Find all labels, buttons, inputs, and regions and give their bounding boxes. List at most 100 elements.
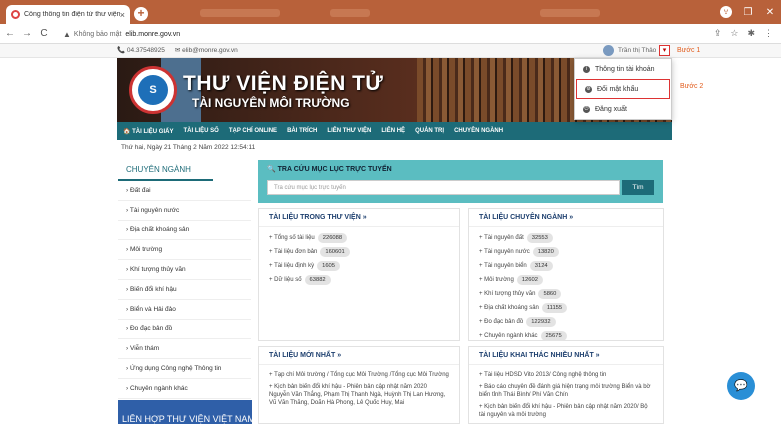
tab-close-icon[interactable]: × — [120, 10, 125, 20]
avatar — [603, 45, 614, 56]
sidebar-item[interactable]: › Biến đổi khí hậu — [118, 280, 251, 300]
list-item[interactable]: + Khí tượng thủy văn 5860 — [469, 287, 663, 301]
url-field[interactable]: ▲ Không bảo mật elib.monre.gov.vn — [63, 27, 683, 41]
window-controls: – ❐ ✕ — [715, 0, 781, 24]
menu-item[interactable]: 🏠 TÀI LIỆU GIẤY — [123, 128, 173, 135]
close-window-button[interactable]: ✕ — [759, 7, 781, 18]
new-docs-title[interactable]: TÀI LIỆU MỚI NHẤT » — [259, 347, 459, 365]
menu-item[interactable]: QUẢN TRỊ — [415, 128, 444, 134]
blurred-tab — [540, 9, 600, 17]
list-item[interactable]: + Báo cáo chuyên đề đánh giá hiện trạng … — [469, 381, 663, 401]
menu-item[interactable]: LIÊN HỆ — [381, 128, 405, 134]
menu-icon[interactable]: ⋮ — [764, 28, 773, 39]
list-item[interactable]: + Kịch bản biến đổi khí hậu - Phiên bản … — [259, 381, 459, 409]
menu-item[interactable]: LIÊN THƯ VIỆN — [327, 128, 371, 134]
list-item[interactable]: + Chuyên ngành khác 25675 — [469, 329, 663, 343]
list-item[interactable]: + Tài liệu định kỳ 1605 — [259, 259, 459, 273]
list-item[interactable]: + Tài nguyên biển 3124 — [469, 259, 663, 273]
tab-title: Cổng thông tin điện tử thư viện — [24, 11, 120, 18]
power-icon: ⏻ — [583, 105, 590, 113]
menu-item[interactable]: TÀI LIỆU SỐ — [183, 128, 218, 134]
current-date: Thứ hai, Ngày 21 Tháng 2 Năm 2022 12:54:… — [121, 144, 256, 151]
logout-item[interactable]: ⏻ Đăng xuất — [575, 99, 671, 119]
menu-item[interactable]: BÀI TRÍCH — [287, 128, 317, 134]
list-item[interactable]: + Đo đạc bản đồ 122932 — [469, 315, 663, 329]
list-item[interactable]: + Tài nguyên nước 13820 — [469, 245, 663, 259]
specialized-docs-box: TÀI LIỆU CHUYÊN NGÀNH » + Tài nguyên đất… — [468, 208, 664, 341]
change-password-label: Đổi mật khẩu — [597, 85, 639, 93]
sidebar-item[interactable]: › Khí tượng thủy văn — [118, 260, 251, 280]
list-item[interactable]: + Tổng số tài liệu 226088 — [259, 231, 459, 245]
minimize-button[interactable]: – — [715, 7, 737, 18]
specialized-docs-title[interactable]: TÀI LIỆU CHUYÊN NGÀNH » — [469, 209, 663, 227]
catalog-search: 🔍 TRA CỨU MỤC LỤC TRỰC TUYẾN Tra cứu mục… — [258, 160, 663, 203]
url-text: elib.monre.gov.vn — [125, 30, 181, 38]
library-docs-title[interactable]: TÀI LIỆU TRONG THƯ VIỆN » — [259, 209, 459, 227]
reload-button[interactable]: C — [37, 28, 51, 39]
account-info-label: Thông tin tài khoản — [595, 65, 655, 73]
new-tab-button[interactable]: + — [134, 7, 148, 21]
security-label: Không bảo mật — [73, 30, 122, 38]
change-password-item[interactable]: ⚙ Đổi mật khẩu — [576, 79, 670, 99]
list-item[interactable]: + Tài liệu HDSD Vito 2013/ Công nghệ thô… — [469, 369, 663, 381]
sidebar-item[interactable]: › Tài nguyên nước — [118, 201, 251, 221]
list-item[interactable]: + Tạp chí Môi trường / Tổng cục Môi Trườ… — [259, 369, 459, 381]
step1-label: Bước 1 — [677, 47, 701, 54]
gear-icon: ⚙ — [585, 85, 592, 93]
maximize-button[interactable]: ❐ — [737, 7, 759, 18]
account-info-item[interactable]: i Thông tin tài khoản — [575, 59, 671, 79]
banner-title: THƯ VIỆN ĐIỆN TỬ — [183, 72, 384, 95]
logout-label: Đăng xuất — [595, 105, 627, 113]
list-item[interactable]: + Môi trường 12602 — [469, 273, 663, 287]
list-item[interactable]: + Tài nguyên đất 32553 — [469, 231, 663, 245]
browser-tab-bar: Cổng thông tin điện tử thư viện × + v – … — [0, 0, 781, 24]
sidebar-title: CHUYÊN NGÀNH — [118, 160, 213, 181]
back-button[interactable]: ← — [3, 28, 17, 39]
library-docs-box: TÀI LIỆU TRONG THƯ VIỆN » + Tổng số tài … — [258, 208, 460, 341]
address-bar: ← → C ▲ Không bảo mật elib.monre.gov.vn … — [0, 24, 781, 44]
phone-text: 📞 04.37548925 — [117, 47, 165, 54]
blurred-tab — [200, 9, 280, 17]
sidebar-item[interactable]: › Viễn thám — [118, 339, 251, 360]
step2-label: Bước 2 — [680, 83, 704, 90]
popular-docs-box: TÀI LIỆU KHAI THÁC NHIỀU NHẤT » + Tài li… — [468, 346, 664, 424]
toolbar-icons: ⇪ ☆ ✱ ⋮ — [714, 28, 773, 39]
list-item[interactable]: + Tài liệu đơn bản 160601 — [259, 245, 459, 259]
email-text[interactable]: ✉ elib@monre.gov.vn — [175, 46, 238, 54]
sidebar-item[interactable]: › Đất đai — [118, 181, 251, 201]
sidebar-item[interactable]: › Môi trường — [118, 240, 251, 261]
user-dropdown-menu: i Thông tin tài khoản ⚙ Đổi mật khẩu ⏻ Đ… — [574, 58, 672, 120]
menu-item[interactable]: TẠP CHÍ ONLINE — [229, 128, 277, 134]
list-item[interactable]: + Kịch bản biến đổi khí hậu - Phiên bản … — [469, 401, 663, 421]
menu-item[interactable]: CHUYÊN NGÀNH — [454, 128, 503, 134]
search-input[interactable]: Tra cứu mục lục trực tuyến — [267, 180, 620, 195]
forward-button[interactable]: → — [20, 28, 34, 39]
sidebar-item[interactable]: › Địa chất khoáng sản — [118, 221, 251, 241]
search-button[interactable]: Tìm — [622, 180, 654, 195]
blurred-tab — [330, 9, 370, 17]
favicon-icon — [11, 10, 20, 19]
library-union-banner[interactable]: LIÊN HỢP THƯ VIỆN VIỆT NAM — [118, 400, 255, 424]
list-item[interactable]: + Địa chất khoáng sản 11155 — [469, 301, 663, 315]
user-menu[interactable]: Trần thị Thảo — [603, 45, 656, 56]
info-icon: i — [583, 65, 590, 73]
popular-docs-title[interactable]: TÀI LIỆU KHAI THÁC NHIỀU NHẤT » — [469, 347, 663, 365]
warning-icon: ▲ — [63, 29, 71, 39]
sidebar-item[interactable]: › Biển và Hải đảo — [118, 300, 251, 320]
site-logo[interactable]: S — [129, 66, 177, 114]
star-icon[interactable]: ☆ — [730, 28, 738, 39]
contact-info: 📞 04.37548925 ✉ elib@monre.gov.vn — [117, 46, 238, 54]
sidebar-item[interactable]: › Ứng dụng Công nghệ Thông tin — [118, 359, 251, 379]
user-dropdown-caret[interactable]: ▾ — [659, 45, 670, 56]
chat-icon[interactable]: 💬 — [727, 372, 755, 400]
browser-tab[interactable]: Cổng thông tin điện tử thư viện × — [6, 5, 130, 24]
main-menu: 🏠 TÀI LIỆU GIẤY TÀI LIỆU SỐ TẠP CHÍ ONLI… — [117, 122, 672, 140]
sidebar-item[interactable]: › Đo đạc bản đồ — [118, 320, 251, 340]
list-item[interactable]: + Dữ liệu số 63882 — [259, 273, 459, 287]
share-icon[interactable]: ⇪ — [714, 28, 722, 39]
banner-subtitle: TÀI NGUYÊN MÔI TRƯỜNG — [192, 96, 350, 110]
sidebar-item[interactable]: › Chuyên ngành khác — [118, 379, 251, 399]
sidebar: CHUYÊN NGÀNH › Đất đai › Tài nguyên nước… — [118, 160, 251, 399]
new-docs-box: TÀI LIỆU MỚI NHẤT » + Tạp chí Môi trường… — [258, 346, 460, 424]
extensions-icon[interactable]: ✱ — [747, 28, 755, 39]
